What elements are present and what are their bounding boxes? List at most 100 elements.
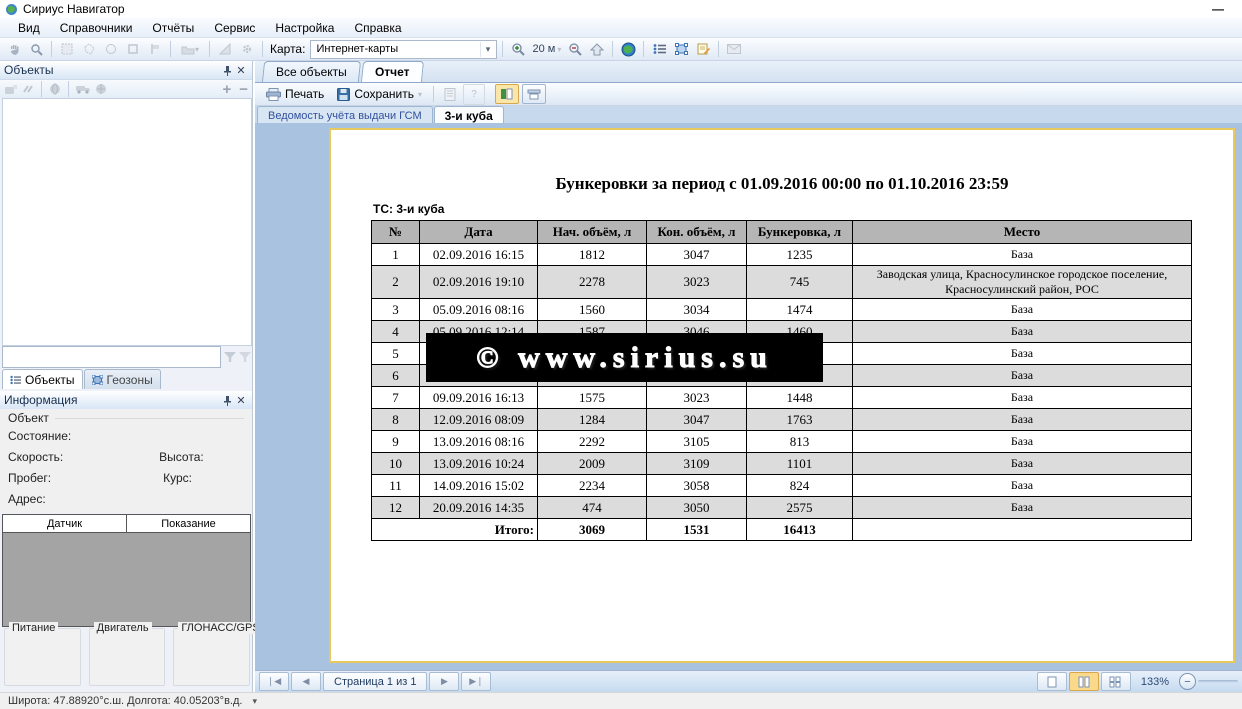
select-square-icon[interactable] bbox=[123, 40, 143, 59]
total-fuel: 16413 bbox=[747, 519, 853, 541]
total-label: Итого: bbox=[372, 519, 538, 541]
menu-servis[interactable]: Сервис bbox=[204, 19, 265, 37]
tab-all-objects[interactable]: Все объекты bbox=[262, 61, 361, 82]
close-icon[interactable]: ✕ bbox=[234, 393, 248, 407]
cell-num: 11 bbox=[372, 475, 420, 497]
measure-icon[interactable] bbox=[215, 40, 235, 59]
zoom-tool-icon[interactable] bbox=[26, 40, 46, 59]
cell-place: Заводская улица, Красносулинское городск… bbox=[853, 266, 1192, 299]
globe-icon[interactable] bbox=[618, 40, 638, 59]
table-row: 1114.09.2016 15:0222343058824База bbox=[372, 475, 1192, 497]
last-page-button[interactable]: ▶❘ bbox=[461, 672, 491, 691]
cell-fuel: 813 bbox=[747, 431, 853, 453]
info-panel-title: Информация bbox=[4, 393, 77, 407]
filter-row bbox=[2, 347, 251, 367]
report-viewport[interactable]: Бункеровки за период с 01.09.2016 00:00 … bbox=[255, 123, 1242, 670]
page-setup-icon[interactable] bbox=[440, 85, 460, 104]
filter-apply-icon[interactable] bbox=[224, 352, 236, 362]
cell-num: 3 bbox=[372, 299, 420, 321]
cell-date: 13.09.2016 08:16 bbox=[420, 431, 538, 453]
minimize-button[interactable]: — bbox=[1212, 2, 1224, 16]
zoom-in-icon[interactable] bbox=[508, 40, 528, 59]
cell-start: 2292 bbox=[538, 431, 647, 453]
prev-page-button[interactable]: ◀ bbox=[291, 672, 321, 691]
track-globe-icon[interactable] bbox=[95, 83, 107, 95]
col-place: Место bbox=[853, 221, 1192, 244]
geozone-flag-icon[interactable] bbox=[145, 40, 165, 59]
scale-dropdown[interactable]: 20 м ▾ bbox=[530, 43, 563, 55]
home-view-icon[interactable] bbox=[587, 40, 607, 59]
select-circle-icon[interactable] bbox=[101, 40, 121, 59]
table-row: 102.09.2016 16:15181230471235База bbox=[372, 244, 1192, 266]
print-preview-toggle[interactable] bbox=[522, 84, 546, 104]
tab-report[interactable]: Отчет bbox=[361, 61, 424, 82]
report-view-toggle[interactable] bbox=[495, 84, 519, 104]
field-course-label: Курс: bbox=[163, 471, 192, 485]
cell-num: 4 bbox=[372, 321, 420, 343]
remove-object-icon[interactable]: − bbox=[239, 81, 248, 98]
layers-folder-icon[interactable]: ▾ bbox=[176, 40, 204, 59]
link-objects-icon[interactable] bbox=[22, 84, 34, 94]
table-row: 305.09.2016 08:16156030341474База bbox=[372, 299, 1192, 321]
save-button[interactable]: Сохранить ▾ bbox=[332, 86, 427, 102]
cell-fuel: 1474 bbox=[747, 299, 853, 321]
filter-clear-icon[interactable] bbox=[239, 352, 251, 362]
page-indicator: Страница 1 из 1 bbox=[323, 672, 427, 691]
next-page-button[interactable]: ▶ bbox=[429, 672, 459, 691]
add-group-icon[interactable] bbox=[4, 84, 18, 95]
map-combobox-caret-icon[interactable]: ▾ bbox=[480, 42, 494, 57]
print-button[interactable]: Печать bbox=[261, 86, 329, 102]
cell-num: 5 bbox=[372, 343, 420, 365]
map-label: Карта: bbox=[270, 42, 305, 56]
edit-notes-icon[interactable] bbox=[693, 40, 713, 59]
map-combobox[interactable]: Интернет-карты ▾ bbox=[310, 40, 497, 59]
zoom-out-button[interactable]: − bbox=[1179, 673, 1196, 690]
pan-hand-icon[interactable] bbox=[4, 40, 24, 59]
multi-page-view-button[interactable] bbox=[1101, 672, 1131, 691]
selection-area-icon[interactable] bbox=[671, 40, 691, 59]
show-all-globe-icon[interactable] bbox=[49, 83, 61, 95]
pin-icon[interactable] bbox=[220, 63, 234, 77]
coordinates-dropdown-caret-icon[interactable]: ▾ bbox=[252, 696, 257, 707]
legend-list-icon[interactable] bbox=[649, 40, 669, 59]
menu-spravochniki[interactable]: Справочники bbox=[50, 19, 143, 37]
mail-icon[interactable] bbox=[724, 40, 744, 59]
table-row: 1220.09.2016 14:3547430502575База bbox=[372, 497, 1192, 519]
cell-fuel: 1448 bbox=[747, 387, 853, 409]
cell-place: База bbox=[853, 409, 1192, 431]
zoom-out-icon[interactable] bbox=[565, 40, 585, 59]
menu-otchety[interactable]: Отчёты bbox=[142, 19, 204, 37]
help-icon[interactable]: ? bbox=[463, 84, 485, 105]
fit-width-view-button[interactable] bbox=[1069, 672, 1099, 691]
tab-objects[interactable]: Объекты bbox=[2, 369, 83, 389]
sensor-table: Датчик Показание bbox=[2, 514, 251, 627]
cell-fuel: 824 bbox=[747, 475, 853, 497]
cell-end: 3034 bbox=[647, 299, 747, 321]
select-rect-icon[interactable] bbox=[57, 40, 77, 59]
add-object-icon[interactable]: + bbox=[222, 81, 231, 98]
cell-date: 13.09.2016 10:24 bbox=[420, 453, 538, 475]
zoom-slider[interactable] bbox=[1198, 680, 1238, 683]
single-page-view-button[interactable] bbox=[1037, 672, 1067, 691]
filter-input[interactable] bbox=[2, 346, 221, 368]
settings-gear-icon[interactable] bbox=[237, 40, 257, 59]
report-toolbar: Печать Сохранить ▾ ? bbox=[255, 83, 1242, 106]
watermark: © www.sirius.su bbox=[426, 333, 823, 382]
menu-spravka[interactable]: Справка bbox=[344, 19, 411, 37]
tab-geozones[interactable]: Геозоны bbox=[84, 369, 161, 389]
cell-place: База bbox=[853, 343, 1192, 365]
first-page-button[interactable]: ❘◀ bbox=[259, 672, 289, 691]
select-polygon-icon[interactable] bbox=[79, 40, 99, 59]
cell-date: 12.09.2016 08:09 bbox=[420, 409, 538, 431]
objects-tree[interactable] bbox=[2, 98, 252, 346]
vehicle-icon[interactable] bbox=[76, 84, 91, 94]
cell-date: 05.09.2016 08:16 bbox=[420, 299, 538, 321]
total-end: 1531 bbox=[647, 519, 747, 541]
table-row: 913.09.2016 08:1622923105813База bbox=[372, 431, 1192, 453]
save-dropdown-caret-icon[interactable]: ▾ bbox=[418, 90, 422, 99]
cell-place: База bbox=[853, 321, 1192, 343]
pin-icon[interactable] bbox=[220, 393, 234, 407]
menu-nastroyka[interactable]: Настройка bbox=[265, 19, 344, 37]
close-icon[interactable]: ✕ bbox=[234, 63, 248, 77]
menu-vid[interactable]: Вид bbox=[8, 19, 50, 37]
